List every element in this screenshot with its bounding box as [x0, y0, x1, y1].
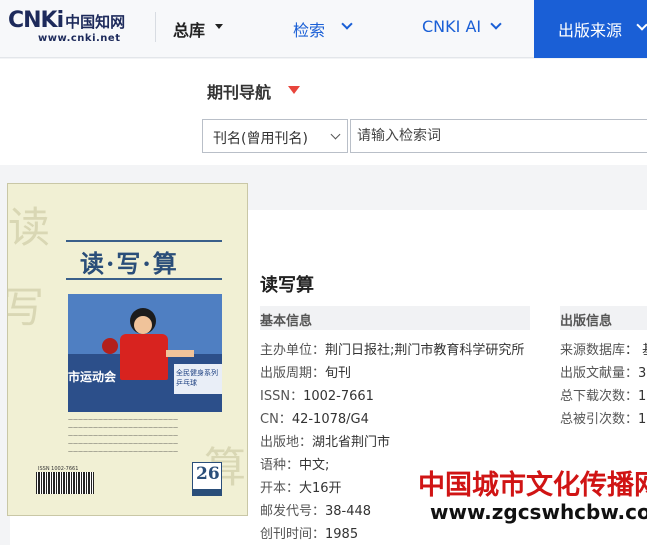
info-label: 语种： [260, 458, 300, 473]
info-row-period: 出版周期：旬刊 [260, 362, 351, 381]
info-label: 总下载次数： [560, 389, 639, 404]
cover-issue-text: 26 [196, 464, 220, 484]
pub-row-source-db: 来源数据库： 基 [560, 339, 647, 358]
nav-divider [155, 12, 156, 42]
photo-player-face [134, 316, 152, 334]
chevron-down-icon[interactable] [490, 18, 502, 30]
info-label: ISSN： [260, 389, 304, 404]
journal-title: 读写算 [260, 275, 314, 296]
journal-navigation-title[interactable]: 期刊导航 [207, 79, 271, 103]
cover-title: 读·写·算 [80, 249, 179, 278]
info-label: 总被引次数： [560, 412, 639, 427]
basic-info-heading: 基本信息 [260, 314, 313, 329]
info-row-founded: 创刊时间：1985 [260, 523, 358, 542]
logo-brand-cn: 中国知网 [65, 13, 126, 31]
info-value: 17 [638, 412, 647, 427]
info-value: 旬刊 [325, 366, 352, 381]
info-label: 出版文献量： [560, 366, 639, 381]
info-label: 开本： [260, 481, 300, 496]
info-row-cn: CN：42-1078/G4 [260, 408, 369, 427]
watermark-url: www.zgcswhcbw.com [430, 500, 647, 524]
info-label: CN： [260, 412, 292, 427]
pub-row-citations: 总被引次数：17 [560, 408, 647, 427]
info-value: 42-1078/G4 [291, 412, 369, 427]
cover-contents: —————————————————————— —————————————————… [68, 417, 178, 455]
info-row-format: 开本：大16开 [260, 477, 342, 496]
chevron-down-icon [330, 129, 341, 140]
search-input[interactable] [350, 119, 647, 153]
cover-photo: 市运动会 全民健身系列 乒乓球 [68, 294, 222, 412]
cnki-logo[interactable]: CNKi 中国知网 www.cnki.net [8, 8, 138, 44]
cover-decoration: 写 [8, 274, 44, 335]
journal-search-panel: 期刊导航 刊名(曾用刊名) [0, 59, 647, 165]
basic-info-header: 基本信息 [260, 306, 530, 330]
barcode-icon [36, 472, 94, 494]
info-row-language: 语种：中文; [260, 454, 329, 473]
info-value: 湖北省荆门市 [312, 435, 391, 450]
info-value: ： 基 [625, 343, 647, 358]
logo-brand-text: CNKi [8, 8, 64, 33]
logo-url: www.cnki.net [38, 33, 121, 44]
info-label: 来源数据库 [560, 343, 626, 358]
watermark-text: 中国城市文化传播网 [418, 470, 647, 501]
cover-decoration: 读 [8, 203, 51, 252]
info-row-issn: ISSN：1002-7661 [260, 385, 374, 404]
photo-player-body [120, 334, 168, 380]
cover-rule [66, 278, 222, 280]
info-row-place: 出版地：湖北省荆门市 [260, 431, 390, 450]
chevron-down-icon[interactable] [636, 19, 647, 31]
search-field-selected: 刊名(曾用刊名) [213, 131, 308, 147]
pub-row-downloads: 总下载次数：19 [560, 385, 647, 404]
publish-info-heading: 出版信息 [560, 314, 613, 329]
caret-down-icon[interactable] [288, 86, 300, 94]
journal-cover-image[interactable]: 读 写 算 读·写·算 市运动会 全民健身系列 乒乓球 ————————————… [7, 183, 248, 516]
photo-banner-text: 全民健身系列 乒乓球 [176, 369, 218, 387]
logo-brand: CNKi 中国知网 [8, 8, 125, 33]
info-label: 出版周期： [260, 366, 326, 381]
nav-total-database[interactable]: 总库 [173, 17, 205, 41]
top-navigation-bar: CNKi 中国知网 www.cnki.net 总库 检索 CNKI AI 出版来源 [0, 0, 647, 58]
info-value: 19 [638, 389, 647, 404]
info-value: 中文; [299, 458, 330, 473]
photo-player-arm [166, 350, 194, 357]
info-value: 33 [638, 366, 647, 381]
info-row-sponsor: 主办单位：荆门日报社;荆门市教育科学研究所 [260, 339, 524, 358]
info-value: 大16开 [299, 481, 342, 496]
info-value: 1002-7661 [303, 389, 374, 404]
info-label: 主办单位： [260, 343, 326, 358]
photo-paddle [102, 338, 118, 354]
info-row-postal-code: 邮发代号：38-448 [260, 500, 371, 519]
publish-info-header: 出版信息 [560, 306, 647, 330]
chevron-down-icon[interactable] [341, 18, 353, 30]
nav-cnki-ai[interactable]: CNKI AI [422, 17, 481, 36]
info-label: 创刊时间： [260, 527, 326, 542]
search-field-select[interactable]: 刊名(曾用刊名) [202, 119, 348, 153]
nav-publication-source[interactable]: 出版来源 [534, 0, 647, 58]
photo-sign: 市运动会 [68, 370, 117, 384]
info-value: 荆门日报社;荆门市教育科学研究所 [325, 343, 525, 358]
cover-rule [66, 240, 222, 242]
nav-search[interactable]: 检索 [293, 17, 325, 41]
cover-issue-bar [192, 490, 222, 496]
info-label: 邮发代号： [260, 504, 326, 519]
info-label: 出版地： [260, 435, 313, 450]
nav-publication-source-label: 出版来源 [558, 21, 623, 40]
photo-banner: 全民健身系列 乒乓球 [174, 364, 222, 394]
cover-issue-number: 26 [192, 462, 222, 490]
pub-row-doc-count: 出版文献量：33 [560, 362, 647, 381]
info-value: 38-448 [325, 504, 372, 519]
info-value: 1985 [325, 527, 359, 542]
caret-down-icon[interactable] [215, 24, 223, 29]
